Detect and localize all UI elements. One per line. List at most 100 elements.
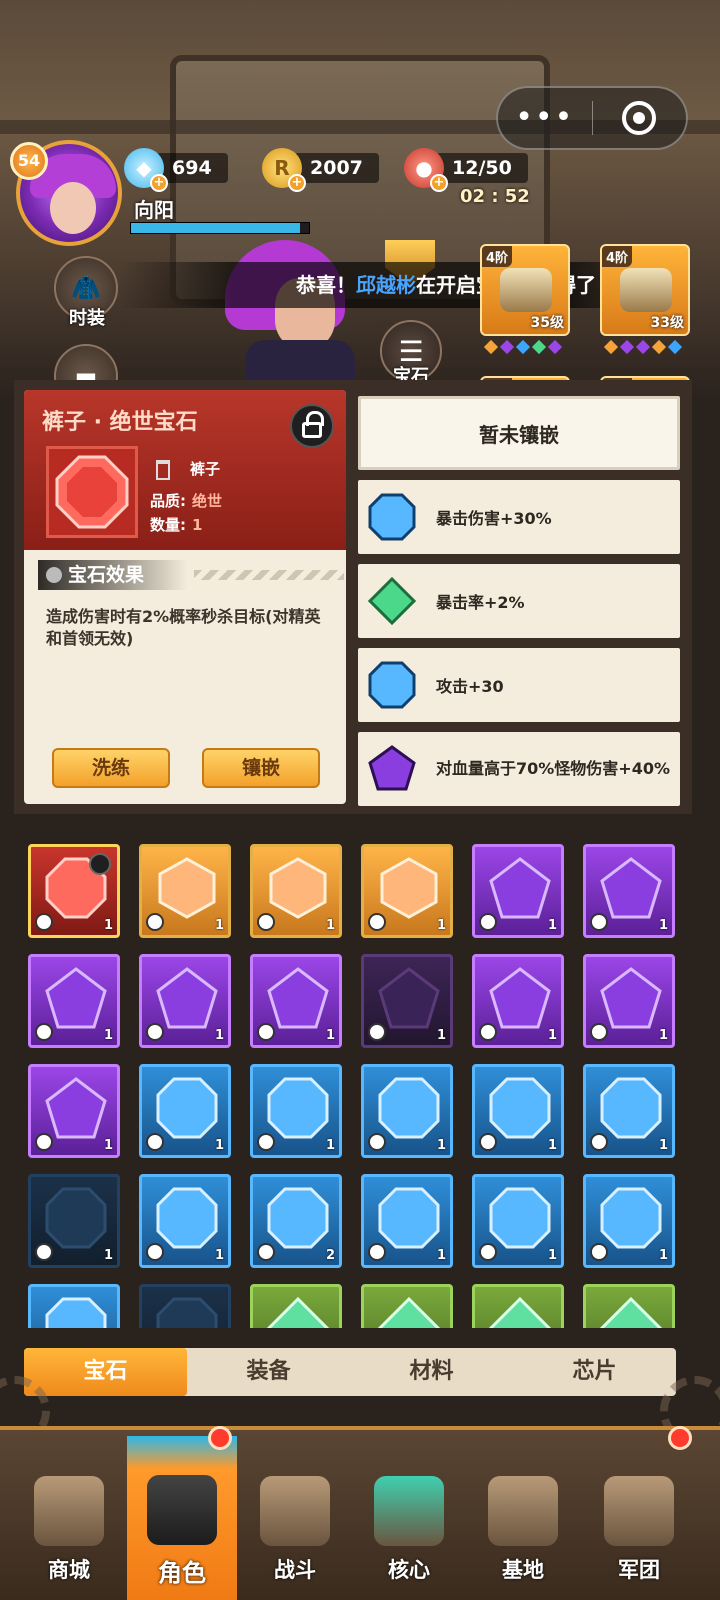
gem-cell[interactable]: 1 <box>139 1174 231 1268</box>
gem-cell[interactable]: 1 <box>472 844 564 938</box>
socket-2[interactable]: 暴击率+2% <box>358 564 680 638</box>
tab-gems[interactable]: 宝石 <box>24 1348 187 1396</box>
green-gem-icon <box>489 1297 551 1328</box>
notice-prefix: 恭喜！ <box>296 273 356 297</box>
blue-gem-icon <box>600 1187 662 1249</box>
player-name: 向阳 <box>134 198 174 222</box>
blue-gem-icon <box>489 1077 551 1139</box>
close-mini-program-button[interactable] <box>593 101 687 135</box>
socket-1[interactable]: 暴击伤害+30% <box>358 480 680 554</box>
socket-4[interactable]: 对血量高于70%怪物伤害+40% <box>358 732 680 806</box>
gem-effect-heading: 宝石效果 <box>38 560 188 590</box>
tab-equipment[interactable]: 装备 <box>187 1348 350 1396</box>
equip-slot-icon <box>368 913 386 931</box>
equip-tier: 4阶 <box>482 246 513 267</box>
gem-cell[interactable]: 1 <box>28 1064 120 1158</box>
orange-gem-icon <box>158 857 216 919</box>
socket-empty[interactable]: 暂未镶嵌 <box>358 396 680 470</box>
gem-cell[interactable] <box>472 1284 564 1328</box>
gem-count: 数量: 1 <box>150 514 202 535</box>
gem-cell[interactable]: 1 <box>250 844 342 938</box>
gem-cell[interactable]: 1 <box>361 954 453 1048</box>
nav-core-label: 核心 <box>388 1558 430 1582</box>
tab-materials[interactable]: 材料 <box>350 1348 513 1396</box>
nav-shop[interactable]: 商城 <box>14 1436 124 1596</box>
coin-resource[interactable]: R + 2007 <box>262 148 379 192</box>
tab-chips[interactable]: 芯片 <box>513 1348 676 1396</box>
gem-cell[interactable]: 1 <box>583 1064 675 1158</box>
fashion-label: 时装 <box>69 308 105 329</box>
gem-cell[interactable]: 1 <box>28 844 120 938</box>
avatar-face <box>50 182 96 234</box>
gem-count: 1 <box>103 1248 113 1263</box>
gem-cell[interactable]: 1 <box>139 844 231 938</box>
gem-cell[interactable]: 1 <box>583 1174 675 1268</box>
gem-count: 1 <box>658 1028 668 1043</box>
gem-cell[interactable]: 1 <box>583 954 675 1048</box>
gem-cell[interactable]: 1 <box>139 1064 231 1158</box>
gem-cell[interactable]: 1 <box>472 1174 564 1268</box>
add-coin-icon[interactable]: + <box>288 174 306 192</box>
gem-cell[interactable]: 1 <box>472 1064 564 1158</box>
equip-slot-icon <box>479 913 497 931</box>
gem-large-image <box>46 446 138 538</box>
socket-2-text: 暴击率+2% <box>436 593 525 612</box>
gem-cell[interactable]: 1 <box>139 954 231 1048</box>
socket-3[interactable]: 攻击+30 <box>358 648 680 722</box>
gem-cell[interactable] <box>139 1284 231 1328</box>
gem-cell[interactable]: 1 <box>250 1064 342 1158</box>
gem-cell[interactable]: 1 <box>472 954 564 1048</box>
gem-cell[interactable]: 1 <box>361 1174 453 1268</box>
equip-slot-icon <box>146 1243 164 1261</box>
gem-cell[interactable]: 1 <box>361 1064 453 1158</box>
green-gem-icon <box>378 1297 440 1328</box>
stamina-resource[interactable]: ● + 12/50 <box>404 148 528 192</box>
nav-core[interactable]: 核心 <box>354 1436 464 1596</box>
gem-slot-type: 裤子 <box>190 460 221 478</box>
nav-character-label: 角色 <box>158 1559 206 1587</box>
pants-icon <box>156 460 170 480</box>
bluedim-gem-icon <box>156 1297 218 1328</box>
equip-gem-dots <box>483 339 563 358</box>
more-menu-button[interactable]: ••• <box>498 88 592 148</box>
gem-cell[interactable]: 1 <box>28 954 120 1048</box>
blue-gem-icon <box>267 1187 329 1249</box>
lock-button[interactable] <box>290 404 334 448</box>
gem-count: 1 <box>103 1028 113 1043</box>
nav-base[interactable]: 基地 <box>468 1436 578 1596</box>
gem-cell[interactable]: 1 <box>583 844 675 938</box>
gem-count: 1 <box>325 1138 335 1153</box>
equip-slot-gloves[interactable]: 4阶 33级 <box>600 244 690 336</box>
gem-cell[interactable] <box>361 1284 453 1328</box>
green-gem-icon <box>267 1297 329 1328</box>
equip-slot-icon <box>146 1133 164 1151</box>
purple-gem-icon <box>489 857 551 919</box>
gem-cell[interactable]: 1 <box>250 954 342 1048</box>
equip-slot-helmet[interactable]: 4阶 35级 <box>480 244 570 336</box>
equip-slot-icon <box>368 1243 386 1261</box>
gem-count: 1 <box>214 1248 224 1263</box>
green-gem-icon <box>368 577 416 625</box>
refine-button[interactable]: 洗练 <box>52 748 170 788</box>
equip-slot-icon <box>35 1023 53 1041</box>
equip-level: 33级 <box>650 315 684 331</box>
nav-legion[interactable]: 军团 <box>584 1436 694 1596</box>
gem-cell[interactable]: 1 <box>28 1174 120 1268</box>
gem-cell[interactable] <box>28 1284 120 1328</box>
blue-gem-icon <box>45 1297 107 1328</box>
nav-battle[interactable]: 战斗 <box>240 1436 350 1596</box>
add-diamond-icon[interactable]: + <box>150 174 168 192</box>
gem-cell[interactable] <box>250 1284 342 1328</box>
notice-player-name: 邱越彬 <box>356 273 416 297</box>
equip-slot-icon <box>257 1243 275 1261</box>
purple-gem-icon <box>368 745 416 791</box>
diamond-resource[interactable]: ◆ + 694 <box>124 148 228 192</box>
nav-character[interactable]: 角色 <box>127 1436 237 1600</box>
gem-cell[interactable]: 2 <box>250 1174 342 1268</box>
gem-cell[interactable]: 1 <box>361 844 453 938</box>
gem-quality: 品质: 绝世 <box>150 490 222 511</box>
inlay-button[interactable]: 镶嵌 <box>202 748 320 788</box>
add-stamina-icon[interactable]: + <box>430 174 448 192</box>
nav-base-label: 基地 <box>502 1558 544 1582</box>
gem-cell[interactable] <box>583 1284 675 1328</box>
